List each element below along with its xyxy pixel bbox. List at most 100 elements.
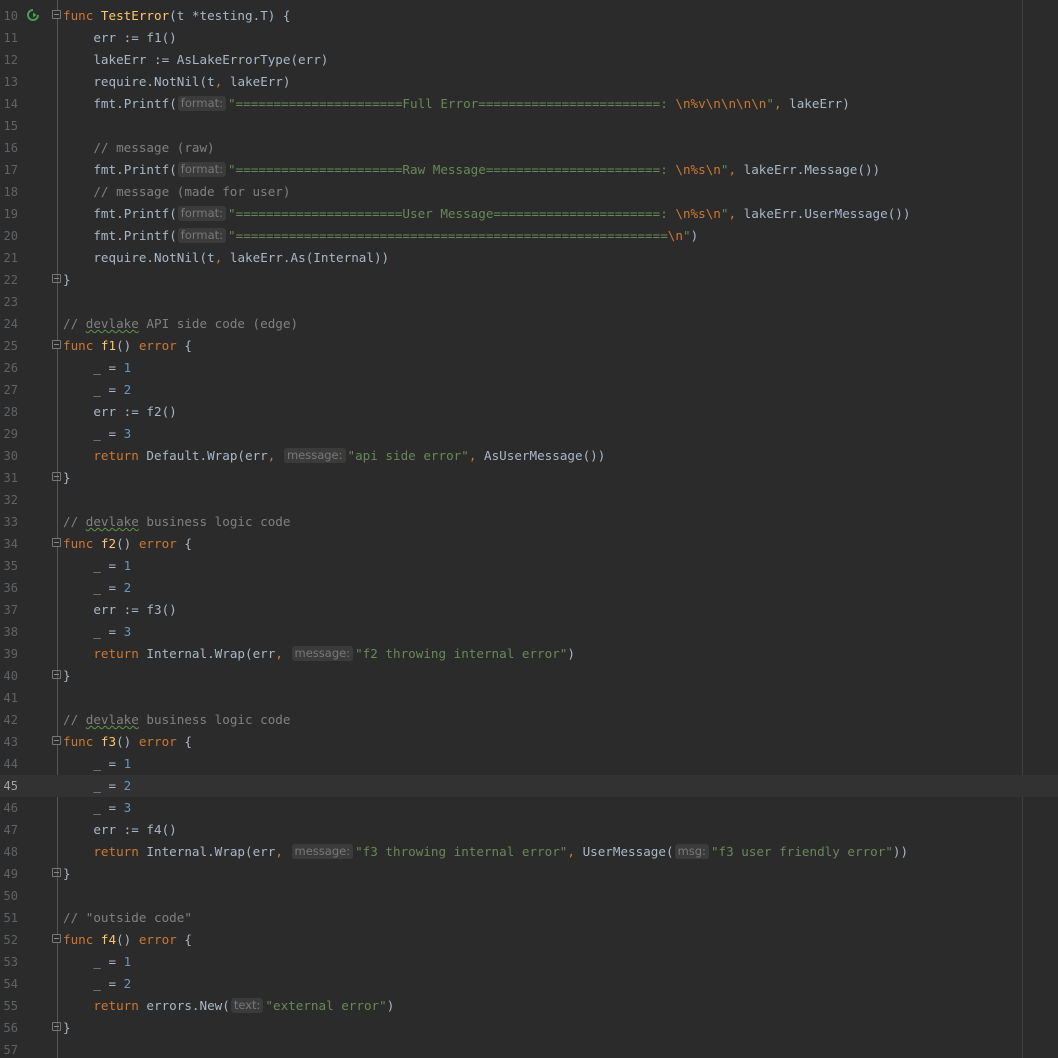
line-number[interactable]: 46 [0,797,18,819]
run-test-icon[interactable] [27,9,39,21]
code-line[interactable]: 27 _ = 2 [0,379,1058,401]
line-number[interactable]: 33 [0,511,18,533]
code-line[interactable]: 54 _ = 2 [0,973,1058,995]
line-number[interactable]: 55 [0,995,18,1017]
line-number[interactable]: 38 [0,621,18,643]
line-number[interactable]: 34 [0,533,18,555]
code-line[interactable]: 22} [0,269,1058,291]
code-line[interactable]: 26 _ = 1 [0,357,1058,379]
code-line[interactable]: 20 fmt.Printf(format: "==================… [0,225,1058,247]
line-number[interactable]: 44 [0,753,18,775]
line-number[interactable]: 16 [0,137,18,159]
line-number[interactable]: 22 [0,269,18,291]
code-line[interactable]: 12 lakeErr := AsLakeErrorType(err) [0,49,1058,71]
code-line[interactable]: 17 fmt.Printf(format: "==================… [0,159,1058,181]
line-number[interactable]: 45 [0,775,18,797]
line-number[interactable]: 24 [0,313,18,335]
line-number[interactable]: 23 [0,291,18,313]
line-number[interactable]: 15 [0,115,18,137]
code-line[interactable]: 41 [0,687,1058,709]
code-line[interactable]: 13 require.NotNil(t, lakeErr) [0,71,1058,93]
line-number[interactable]: 35 [0,555,18,577]
line-number[interactable]: 11 [0,27,18,49]
line-number[interactable]: 40 [0,665,18,687]
code-line[interactable]: 39 return Internal.Wrap(err, message: "f2… [0,643,1058,665]
code-line[interactable]: 30 return Default.Wrap(err, message: "api… [0,445,1058,467]
code-line[interactable]: 38 _ = 3 [0,621,1058,643]
line-number[interactable]: 32 [0,489,18,511]
line-number[interactable]: 31 [0,467,18,489]
code-line[interactable]: 55 return errors.New(text: "external erro… [0,995,1058,1017]
line-number[interactable]: 54 [0,973,18,995]
fold-marker-icon[interactable] [52,538,61,547]
code-line[interactable]: 51 // "outside code" [0,907,1058,929]
code-line[interactable]: 18 // message (made for user) [0,181,1058,203]
line-number[interactable]: 13 [0,71,18,93]
code-line[interactable]: 21 require.NotNil(t, lakeErr.As(Internal… [0,247,1058,269]
code-line[interactable]: 34 func f2() error { [0,533,1058,555]
code-line[interactable]: 42 // devlake business logic code [0,709,1058,731]
line-number[interactable]: 17 [0,159,18,181]
line-number[interactable]: 49 [0,863,18,885]
code-line[interactable]: 24 // devlake API side code (edge) [0,313,1058,335]
line-number[interactable]: 48 [0,841,18,863]
line-number[interactable]: 29 [0,423,18,445]
line-number[interactable]: 14 [0,93,18,115]
code-line[interactable]: 45 _ = 2 [0,775,1058,797]
code-line[interactable]: 31} [0,467,1058,489]
code-editor[interactable]: 10 func TestError(t *testing.T) {11 err :… [0,0,1058,1058]
code-line[interactable]: 25 func f1() error { [0,335,1058,357]
line-number[interactable]: 21 [0,247,18,269]
line-number[interactable]: 51 [0,907,18,929]
code-line[interactable]: 16 // message (raw) [0,137,1058,159]
line-number[interactable]: 20 [0,225,18,247]
fold-marker-icon[interactable] [52,1022,61,1031]
fold-marker-icon[interactable] [52,340,61,349]
line-number[interactable]: 10 [0,5,18,27]
code-line[interactable]: 23 [0,291,1058,313]
code-line[interactable]: 56} [0,1017,1058,1039]
code-line[interactable]: 53 _ = 1 [0,951,1058,973]
line-number[interactable]: 56 [0,1017,18,1039]
fold-marker-icon[interactable] [52,934,61,943]
code-line[interactable]: 43 func f3() error { [0,731,1058,753]
code-line[interactable]: 40} [0,665,1058,687]
line-number[interactable]: 57 [0,1039,18,1058]
line-number[interactable]: 37 [0,599,18,621]
code-line[interactable]: 32 [0,489,1058,511]
line-number[interactable]: 53 [0,951,18,973]
line-number[interactable]: 41 [0,687,18,709]
code-line[interactable]: 36 _ = 2 [0,577,1058,599]
line-number[interactable]: 47 [0,819,18,841]
line-number[interactable]: 39 [0,643,18,665]
code-line[interactable]: 37 err := f3() [0,599,1058,621]
line-number[interactable]: 30 [0,445,18,467]
code-line[interactable]: 50 [0,885,1058,907]
code-line[interactable]: 15 [0,115,1058,137]
code-line[interactable]: 11 err := f1() [0,27,1058,49]
line-number[interactable]: 25 [0,335,18,357]
code-line[interactable]: 44 _ = 1 [0,753,1058,775]
fold-marker-icon[interactable] [52,10,61,19]
line-number[interactable]: 12 [0,49,18,71]
code-line[interactable]: 29 _ = 3 [0,423,1058,445]
fold-marker-icon[interactable] [52,868,61,877]
line-number[interactable]: 42 [0,709,18,731]
line-number[interactable]: 43 [0,731,18,753]
code-line[interactable]: 33 // devlake business logic code [0,511,1058,533]
fold-marker-icon[interactable] [52,670,61,679]
code-line[interactable]: 48 return Internal.Wrap(err, message: "f3… [0,841,1058,863]
line-number[interactable]: 52 [0,929,18,951]
line-number[interactable]: 27 [0,379,18,401]
code-line[interactable]: 49} [0,863,1058,885]
code-line[interactable]: 57 [0,1039,1058,1058]
line-number[interactable]: 28 [0,401,18,423]
code-line[interactable]: 35 _ = 1 [0,555,1058,577]
fold-marker-icon[interactable] [52,274,61,283]
line-number[interactable]: 18 [0,181,18,203]
line-number[interactable]: 19 [0,203,18,225]
line-number[interactable]: 50 [0,885,18,907]
code-line[interactable]: 47 err := f4() [0,819,1058,841]
code-line[interactable]: 52 func f4() error { [0,929,1058,951]
code-line[interactable]: 10 func TestError(t *testing.T) { [0,5,1058,27]
